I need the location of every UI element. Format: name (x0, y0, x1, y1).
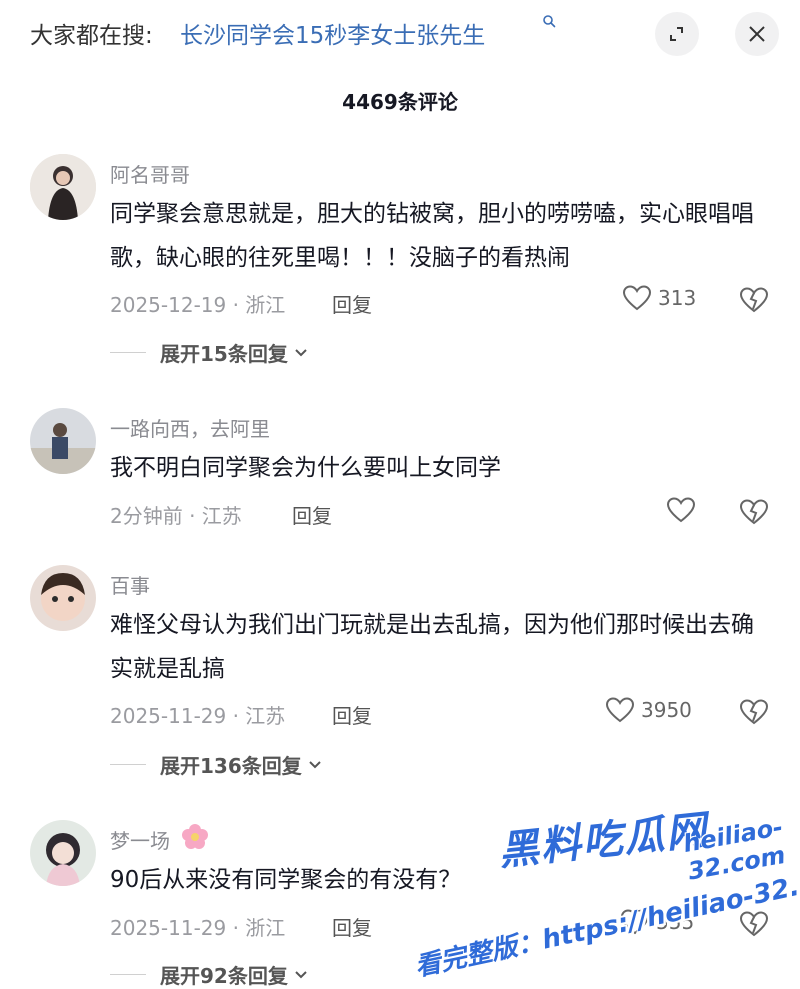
like-button[interactable]: 3950 (605, 696, 692, 724)
heart-icon (605, 697, 635, 723)
avatar[interactable] (30, 565, 96, 631)
comment-count-title: 4469条评论 (342, 90, 458, 114)
username[interactable]: 一路向西，去阿里 (110, 413, 270, 442)
like-button[interactable] (666, 496, 702, 524)
avatar[interactable] (30, 820, 96, 886)
chevron-down-icon (295, 348, 307, 356)
reply-button[interactable]: 回复 (332, 912, 372, 941)
username[interactable]: 梦一场 (110, 825, 170, 854)
close-icon (749, 26, 765, 42)
flower-icon (182, 824, 208, 849)
heart-icon (622, 285, 652, 311)
like-count: 3950 (641, 698, 692, 722)
divider (110, 974, 146, 975)
username[interactable]: 百事 (110, 570, 150, 599)
avatar[interactable] (30, 408, 96, 474)
like-button[interactable]: 313 (622, 284, 696, 312)
username[interactable]: 阿名哥哥 (110, 159, 190, 188)
divider (110, 352, 146, 353)
collapse-button[interactable] (655, 12, 699, 56)
expand-replies-button[interactable]: 展开136条回复 (110, 750, 322, 779)
dislike-icon[interactable] (739, 909, 769, 939)
reply-button[interactable]: 回复 (292, 500, 332, 529)
divider (110, 764, 146, 765)
collapse-icon (670, 27, 683, 41)
comment-meta: 2025-11-29 · 江苏 (110, 704, 286, 728)
search-suggestion-link[interactable]: 长沙同学会15秒李女士张先生 (180, 16, 485, 50)
top-bar: 大家都在搜: 长沙同学会15秒李女士张先生 (0, 0, 800, 70)
expand-replies-label: 展开92条回复 (160, 964, 288, 988)
search-prefix: 大家都在搜: (30, 23, 153, 49)
heart-icon (666, 497, 696, 523)
comment-text: 90后从来没有同学聚会的有没有？ (110, 867, 462, 893)
chevron-down-icon (309, 760, 321, 768)
like-count: 313 (658, 286, 697, 310)
like-count: 555 (656, 910, 695, 934)
dislike-icon[interactable] (739, 285, 769, 315)
reply-button[interactable]: 回复 (332, 289, 372, 318)
comment-text: 我不明白同学聚会为什么要叫上女同学 (110, 455, 501, 481)
search-icon[interactable] (542, 14, 556, 28)
comment-text: 难怪父母认为我们出门玩就是出去乱搞，因为他们那时候出去确实就是乱搞 (110, 612, 754, 682)
expand-replies-label: 展开15条回复 (160, 342, 288, 366)
comment-meta: 2025-11-29 · 浙江 (110, 916, 286, 940)
comment-meta: 2分钟前 · 江苏 (110, 504, 242, 528)
chevron-down-icon (295, 970, 307, 978)
comment-text: 同学聚会意思就是，胆大的钻被窝，胆小的唠唠嗑，实心眼唱唱歌，缺心眼的往死里喝！！… (110, 201, 754, 271)
expand-replies-button[interactable]: 展开15条回复 (110, 338, 308, 367)
avatar[interactable] (30, 154, 96, 220)
reply-button[interactable]: 回复 (332, 700, 372, 729)
dislike-icon[interactable] (739, 697, 769, 727)
close-button[interactable] (735, 12, 779, 56)
like-button[interactable]: 555 (620, 908, 694, 936)
comment-meta: 2025-12-19 · 浙江 (110, 293, 286, 317)
expand-replies-label: 展开136条回复 (160, 754, 302, 778)
heart-icon (620, 909, 650, 935)
dislike-icon[interactable] (739, 497, 769, 527)
expand-replies-button[interactable]: 展开92条回复 (110, 960, 308, 989)
